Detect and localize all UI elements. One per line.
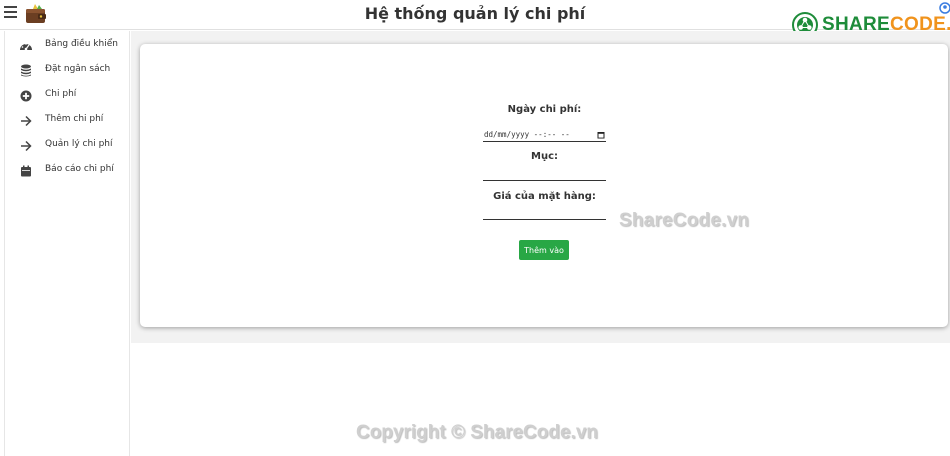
sidebar-item-set-budget[interactable]: Đặt ngân sách xyxy=(5,60,129,82)
arrow-right-icon xyxy=(18,138,33,153)
sidebar-item-label: Chi phí xyxy=(45,89,77,99)
calendar-picker-icon[interactable] xyxy=(597,131,605,139)
sidebar-item-label: Đặt ngân sách xyxy=(45,64,111,74)
sidebar-item-label: Báo cáo chi phí xyxy=(45,164,114,174)
dashboard-icon xyxy=(18,38,33,53)
date-label: Ngày chi phí: xyxy=(507,104,582,115)
category-input[interactable] xyxy=(483,167,606,181)
category-label: Mục: xyxy=(531,151,558,162)
sidebar-item-expense-report[interactable]: Báo cáo chi phí xyxy=(5,160,129,182)
expense-form-card xyxy=(140,44,948,327)
calendar-icon xyxy=(18,163,33,178)
sidebar-item-label: Bảng điều khiển xyxy=(45,39,118,49)
price-input[interactable] xyxy=(483,206,606,220)
date-placeholder: dd/mm/yyyy --:-- -- xyxy=(484,130,570,139)
sidebar-item-expenses[interactable]: Chi phí xyxy=(5,85,129,107)
sidebar-item-dashboard[interactable]: Bảng điều khiển xyxy=(5,35,129,57)
date-input[interactable]: dd/mm/yyyy --:-- -- xyxy=(483,129,606,142)
sidebar-item-label: Quản lý chi phí xyxy=(45,139,113,149)
top-bar: Hệ thống quản lý chi phí SHARECODE.vn xyxy=(0,0,950,38)
user-icon[interactable] xyxy=(936,2,950,16)
sidebar-item-add-expense[interactable]: Thêm chi phí xyxy=(5,110,129,132)
sidebar-item-label: Thêm chi phí xyxy=(45,114,104,124)
add-button[interactable]: Thêm vào xyxy=(519,240,569,260)
price-label: Giá của mặt hàng: xyxy=(493,191,596,202)
watermark-copyright: Copyright © ShareCode.vn xyxy=(355,422,599,443)
sidebar: Bảng điều khiển Đặt ngân sách Chi phí Th… xyxy=(4,31,130,456)
watermark-middle: ShareCode.vn xyxy=(619,210,750,231)
arrow-right-icon xyxy=(18,113,33,128)
sidebar-item-manage-expenses[interactable]: Quản lý chi phí xyxy=(5,135,129,157)
plus-circle-icon xyxy=(18,88,33,103)
coins-icon xyxy=(18,63,33,78)
